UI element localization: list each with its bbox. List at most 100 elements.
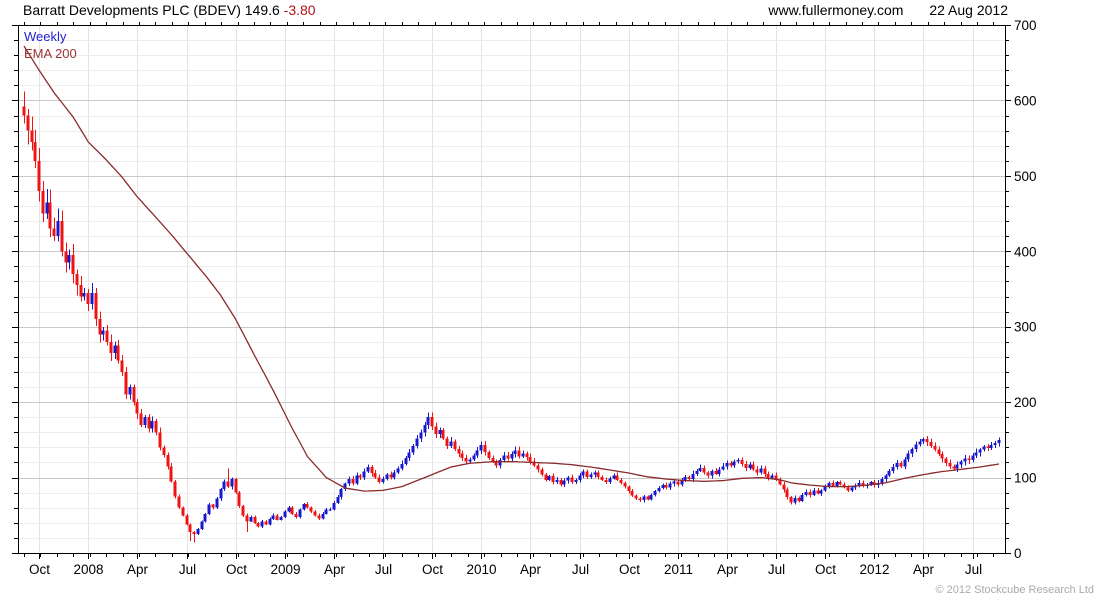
x-tick-label: 2009 — [270, 562, 300, 577]
down-candle-body — [940, 454, 944, 459]
up-candle-body — [891, 467, 895, 471]
up-candle-body — [128, 387, 132, 395]
down-candle-body — [623, 482, 627, 487]
down-candle-body — [744, 463, 748, 468]
down-candle-body — [317, 515, 321, 519]
down-candle-body — [147, 417, 151, 429]
down-candle-body — [630, 491, 634, 496]
up-candle-body — [955, 464, 959, 469]
down-candle-body — [358, 475, 362, 478]
down-candle-body — [105, 330, 109, 342]
down-candle-body — [664, 485, 668, 488]
up-candle-body — [642, 496, 646, 501]
up-candle-body — [521, 453, 525, 457]
up-candle-body — [475, 450, 479, 456]
up-candle-body — [362, 471, 366, 478]
up-candle-body — [581, 471, 585, 476]
up-candle-body — [82, 292, 86, 297]
up-candle-body — [222, 481, 226, 489]
up-candle-body — [404, 457, 408, 464]
down-candle-body — [389, 474, 393, 478]
legend-ema200: EMA 200 — [24, 46, 77, 61]
x-tick-label: Oct — [619, 562, 640, 577]
down-candle-body — [596, 472, 600, 477]
down-candle-body — [135, 402, 139, 414]
up-candle-body — [385, 474, 389, 480]
down-candle-body — [305, 503, 309, 508]
up-candle-body — [793, 497, 797, 503]
down-candle-body — [162, 447, 166, 455]
down-candle-body — [22, 106, 26, 116]
down-candle-body — [373, 473, 377, 478]
vertical-gridlines — [39, 25, 974, 553]
up-candle-body — [993, 442, 997, 446]
up-candle-body — [271, 515, 275, 520]
up-candle-body — [472, 455, 476, 460]
down-candle-body — [487, 451, 491, 458]
down-candle-body — [41, 190, 45, 214]
down-candle-body — [986, 446, 990, 449]
down-candle-body — [169, 466, 173, 482]
up-candle-body — [279, 516, 283, 520]
x-tick-label: 2011 — [664, 562, 693, 577]
y-tick-label: 100 — [1014, 471, 1037, 486]
down-candle-body — [714, 470, 718, 474]
x-tick-label: Apr — [913, 562, 935, 577]
up-candle-body — [355, 475, 359, 484]
up-candle-body — [819, 490, 823, 494]
down-candle-body — [177, 496, 181, 508]
down-candle-body — [275, 515, 279, 520]
up-candle-body — [45, 202, 49, 214]
down-candle-body — [967, 458, 971, 461]
up-candle-body — [411, 445, 415, 453]
down-candle-body — [253, 516, 257, 523]
up-candle-body — [661, 485, 665, 489]
down-candle-body — [782, 484, 786, 490]
up-candle-body — [396, 468, 400, 473]
down-candle-body — [797, 497, 801, 501]
down-candle-body — [559, 479, 563, 485]
up-candle-body — [963, 458, 967, 462]
x-tick-label: Jul — [179, 562, 196, 577]
down-candle-body — [948, 463, 952, 467]
up-candle-body — [219, 488, 223, 499]
down-candle-body — [506, 455, 510, 459]
down-candle-body — [120, 360, 124, 372]
down-candle-body — [60, 221, 64, 252]
up-candle-body — [426, 417, 430, 425]
down-candle-body — [536, 465, 540, 470]
down-candle-body — [952, 466, 956, 469]
up-candle-body — [827, 482, 831, 486]
up-candle-body — [347, 479, 351, 484]
up-candle-body — [812, 490, 816, 495]
up-candle-body — [302, 503, 306, 510]
ema-200-line — [23, 45, 1000, 492]
down-candle-body — [26, 115, 30, 131]
x-tick-label: 2008 — [73, 562, 103, 577]
down-candle-body — [132, 387, 136, 403]
up-candle-body — [321, 513, 325, 519]
up-candle-body — [366, 467, 370, 472]
down-candle-body — [585, 471, 589, 477]
down-candle-body — [154, 421, 158, 433]
up-candle-body — [910, 448, 914, 454]
up-candle-body — [498, 460, 502, 466]
up-candle-body — [725, 463, 729, 467]
plot-frame — [18, 25, 1006, 554]
up-candle-body — [770, 475, 774, 479]
down-candle-body — [181, 507, 185, 516]
up-candle-body — [608, 478, 612, 483]
x-tick-label: Jul — [965, 562, 982, 577]
down-candle-body — [109, 341, 113, 354]
down-candle-body — [808, 491, 812, 495]
down-candle-body — [846, 487, 850, 491]
up-candle-body — [589, 474, 593, 477]
down-candle-body — [740, 460, 744, 464]
up-candle-body — [468, 459, 472, 462]
down-candle-body — [460, 453, 464, 458]
down-candle-body — [706, 472, 710, 476]
up-candle-body — [974, 452, 978, 456]
up-candle-body — [113, 345, 117, 354]
up-candle-body — [196, 528, 200, 535]
ema-path — [23, 45, 1000, 492]
